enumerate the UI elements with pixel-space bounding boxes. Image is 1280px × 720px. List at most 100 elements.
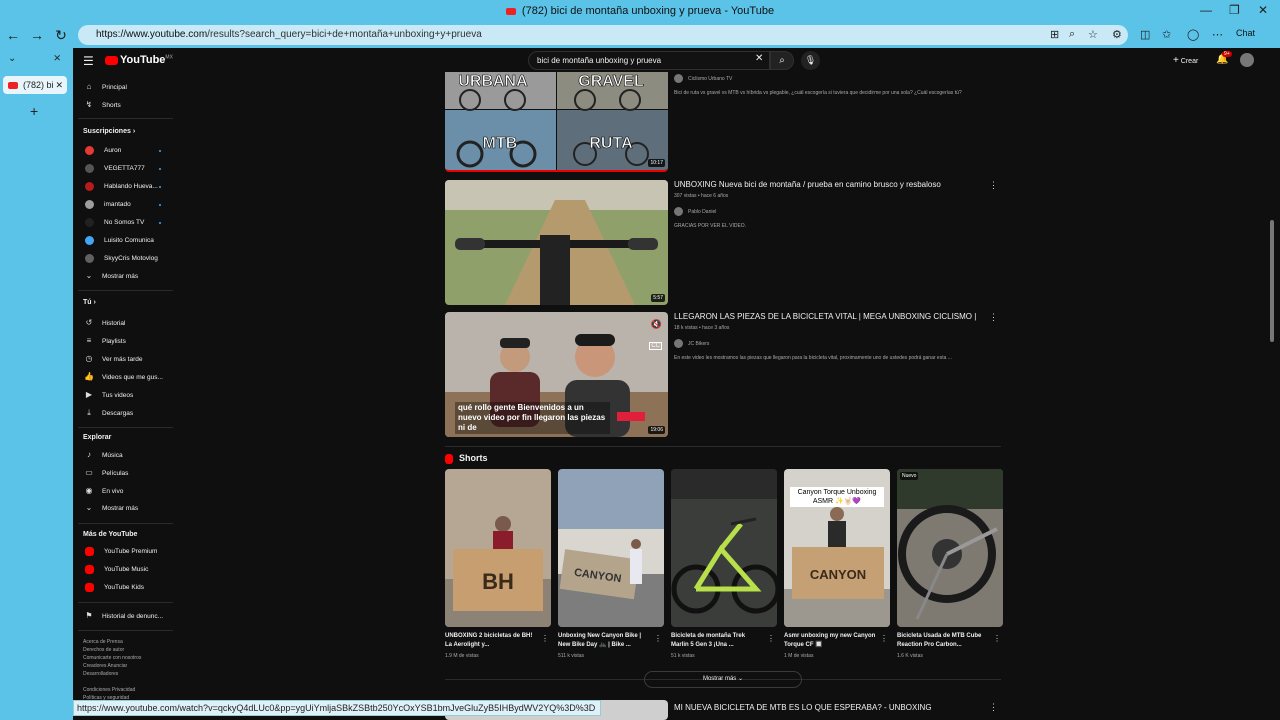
sidebar-item-shorts[interactable]: ↯ Shorts (83, 98, 173, 112)
short-thumbnail[interactable] (671, 469, 777, 627)
url-field[interactable]: https://www.youtube.com/results?search_q… (78, 25, 1128, 45)
short-thumbnail[interactable]: CANYON (558, 469, 664, 627)
footer-link-line[interactable]: Creadores Anunciar (83, 662, 141, 670)
closed-captions-icon[interactable]: CC (649, 342, 662, 350)
short-title[interactable]: Bicicleta Usada de MTB Cube Reaction Pro… (897, 632, 989, 650)
back-icon[interactable]: ← (4, 26, 22, 44)
sidebar-item-you[interactable]: ≡ Playlists (83, 334, 173, 348)
subs-show-more[interactable]: ⌄ Mostrar más (83, 269, 173, 283)
sidebar-item-report-history[interactable]: ⚑ Historial de denunc... (83, 609, 173, 623)
minimize-icon[interactable]: — (1200, 3, 1212, 17)
footer-link-line[interactable]: Comunicarte con nosotros (83, 654, 141, 662)
video-title[interactable]: MI NUEVA BICICLETA DE MTB ES LO QUE ESPE… (674, 703, 994, 712)
new-tab-icon[interactable]: + (30, 103, 38, 119)
shorts-show-more-button[interactable]: Mostrar más ⌄ (644, 671, 802, 688)
maximize-icon[interactable]: ❐ (1229, 3, 1240, 17)
short-title[interactable]: Unboxing New Canyon Bike | New Bike Day … (558, 632, 650, 650)
forward-icon[interactable]: → (28, 26, 46, 44)
voice-search-button[interactable]: 🎙 (801, 51, 820, 70)
more-actions-icon[interactable]: ⋮ (767, 634, 775, 643)
short-card[interactable]: Bicicleta de montaña Trek Marlin 5 Gen 3… (671, 469, 777, 659)
sidebar-item-you[interactable]: ▶ Tus videos (83, 388, 173, 402)
sidebar-item-subscription[interactable]: Auron (83, 144, 173, 158)
sidebar-item-more-youtube[interactable]: YouTube Music (83, 563, 173, 577)
browser-tab[interactable]: (782) bi ✕ (3, 76, 67, 94)
footer-link-line[interactable]: Acerca de Prensa (83, 638, 141, 646)
scrollbar-track[interactable] (1269, 62, 1275, 712)
short-title[interactable]: Bicicleta de montaña Trek Marlin 5 Gen 3… (671, 632, 763, 650)
sidebar-item-subscription[interactable]: Hablando Hueva... (83, 180, 173, 194)
sidebar-item-more-youtube[interactable]: YouTube Premium (83, 545, 173, 559)
channel-link[interactable]: Pablo Daniel (674, 207, 994, 217)
sidebar-item-subscription[interactable]: No Somos TV (83, 216, 173, 230)
video-thumbnail[interactable]: URBANA GRAVEL MTB RUTA 10:17 (445, 72, 668, 172)
sidebar-item-subscription[interactable]: Luisito Comunica (83, 234, 173, 248)
footer-link-line[interactable]: Condiciones Privacidad (83, 686, 141, 694)
zoom-icon[interactable]: ⌕ (1069, 28, 1075, 41)
close-tab-icon[interactable]: ✕ (55, 76, 63, 94)
hamburger-menu-icon[interactable]: ☰ (83, 54, 94, 68)
create-button[interactable]: + Crear (1173, 55, 1198, 66)
channel-link[interactable]: JC Bikers (674, 339, 994, 349)
sidebar-item-more-youtube[interactable]: YouTube Kids (83, 581, 173, 595)
sidebar-item-subscription[interactable]: imantado (83, 198, 173, 212)
short-thumbnail[interactable]: Nuevo (897, 469, 1003, 627)
more-actions-icon[interactable]: ⋮ (880, 634, 888, 643)
video-thumbnail[interactable]: 5:57 (445, 180, 668, 305)
more-actions-icon[interactable]: ⋮ (993, 634, 1001, 643)
sidebar-item-explore[interactable]: ♪ Música (83, 448, 173, 462)
you-heading[interactable]: Tú › (83, 299, 96, 306)
close-window-icon[interactable]: ✕ (1258, 3, 1268, 17)
avatar[interactable] (1240, 53, 1254, 67)
more-options-icon[interactable]: ⋯ (1212, 28, 1223, 41)
mute-icon[interactable]: 🔇 (651, 319, 662, 330)
video-title[interactable]: UNBOXING Nueva bici de montaña / prueba … (674, 180, 994, 189)
sidebar-item-you[interactable]: ⤓ Descargas (83, 406, 173, 420)
sidebar-item-subscription[interactable]: VEGETTA777 (83, 162, 173, 176)
search-input[interactable]: bici de montaña unboxing y prueva (528, 51, 770, 70)
scrollbar-thumb[interactable] (1270, 220, 1274, 342)
short-title[interactable]: Asmr unboxing my new Canyon Torque CF 🔲 (784, 632, 876, 650)
video-title[interactable]: LLEGARON LAS PIEZAS DE LA BICICLETA VITA… (674, 312, 994, 321)
profile-icon[interactable]: ◯ (1187, 28, 1199, 41)
footer-link-line[interactable]: Desarrolladores (83, 670, 141, 678)
footer-link-line[interactable]: Derechos de autor (83, 646, 141, 654)
favorites-bar-icon[interactable]: ✩ (1162, 28, 1171, 41)
refresh-icon[interactable]: ↻ (52, 26, 70, 44)
sidebar-item-you[interactable]: ↺ Historial (83, 316, 173, 330)
short-card[interactable]: Nuevo Bicicleta Usada de MTB Cube Reacti… (897, 469, 1003, 659)
short-thumbnail[interactable]: BH (445, 469, 551, 627)
short-card[interactable]: CANYON Canyon Torque Unboxing ASMR ✨🤘🏻💜 … (784, 469, 890, 659)
sidebar-item-explore[interactable]: ▭ Películas (83, 466, 173, 480)
sidebar-item-you[interactable]: 👍 Videos que me gus... (83, 370, 173, 384)
copilot-chat-button[interactable]: Chat (1236, 28, 1255, 38)
video-thumbnail[interactable]: qué rollo gente Bienvenidos a un nuevo v… (445, 312, 668, 437)
sidebar-item-principal[interactable]: ⌂ Principal (83, 80, 173, 94)
channel-link[interactable]: Ciclismo Urbano TV (674, 74, 994, 84)
split-screen-icon[interactable]: ◫ (1140, 28, 1150, 41)
short-card[interactable]: CANYON Unboxing New Canyon Bike | New Bi… (558, 469, 664, 659)
subscriptions-heading[interactable]: Suscripciones › (83, 128, 135, 135)
short-card[interactable]: BH UNBOXING 2 bicicletas de BH! La Aerol… (445, 469, 551, 659)
youtube-logo[interactable]: YouTubeMX (105, 54, 173, 66)
more-actions-icon[interactable]: ⋮ (541, 634, 549, 643)
footer-link-line[interactable] (83, 678, 141, 686)
more-actions-icon[interactable]: ⋮ (989, 180, 998, 191)
short-title[interactable]: UNBOXING 2 bicicletas de BH! La Aeroligh… (445, 632, 537, 650)
more-actions-icon[interactable]: ⋮ (989, 702, 998, 713)
sidebar-item-explore[interactable]: ◉ En vivo (83, 484, 173, 498)
search-button[interactable]: ⌕ (770, 51, 794, 70)
favorite-icon[interactable]: ☆ (1088, 28, 1098, 41)
extensions-icon[interactable]: ⚙ (1112, 28, 1122, 41)
sidebar-item-you[interactable]: ◷ Ver más tarde (83, 352, 173, 366)
more-actions-icon[interactable]: ⋮ (654, 634, 662, 643)
explore-show-more[interactable]: ⌄ Mostrar más (83, 501, 173, 515)
chevron-down-icon[interactable]: ⌄ (8, 53, 16, 64)
pin-panel-icon[interactable]: ⨯ (53, 53, 61, 64)
more-actions-icon[interactable]: ⋮ (989, 312, 998, 323)
app-available-icon[interactable]: ⊞ (1050, 28, 1059, 41)
short-thumbnail[interactable]: CANYON Canyon Torque Unboxing ASMR ✨🤘🏻💜 (784, 469, 890, 627)
clear-search-icon[interactable]: ✕ (755, 53, 763, 64)
notifications-button[interactable]: 🔔 9+ (1216, 51, 1232, 65)
sidebar-item-subscription[interactable]: SkyyCris Motovlog (83, 252, 173, 266)
